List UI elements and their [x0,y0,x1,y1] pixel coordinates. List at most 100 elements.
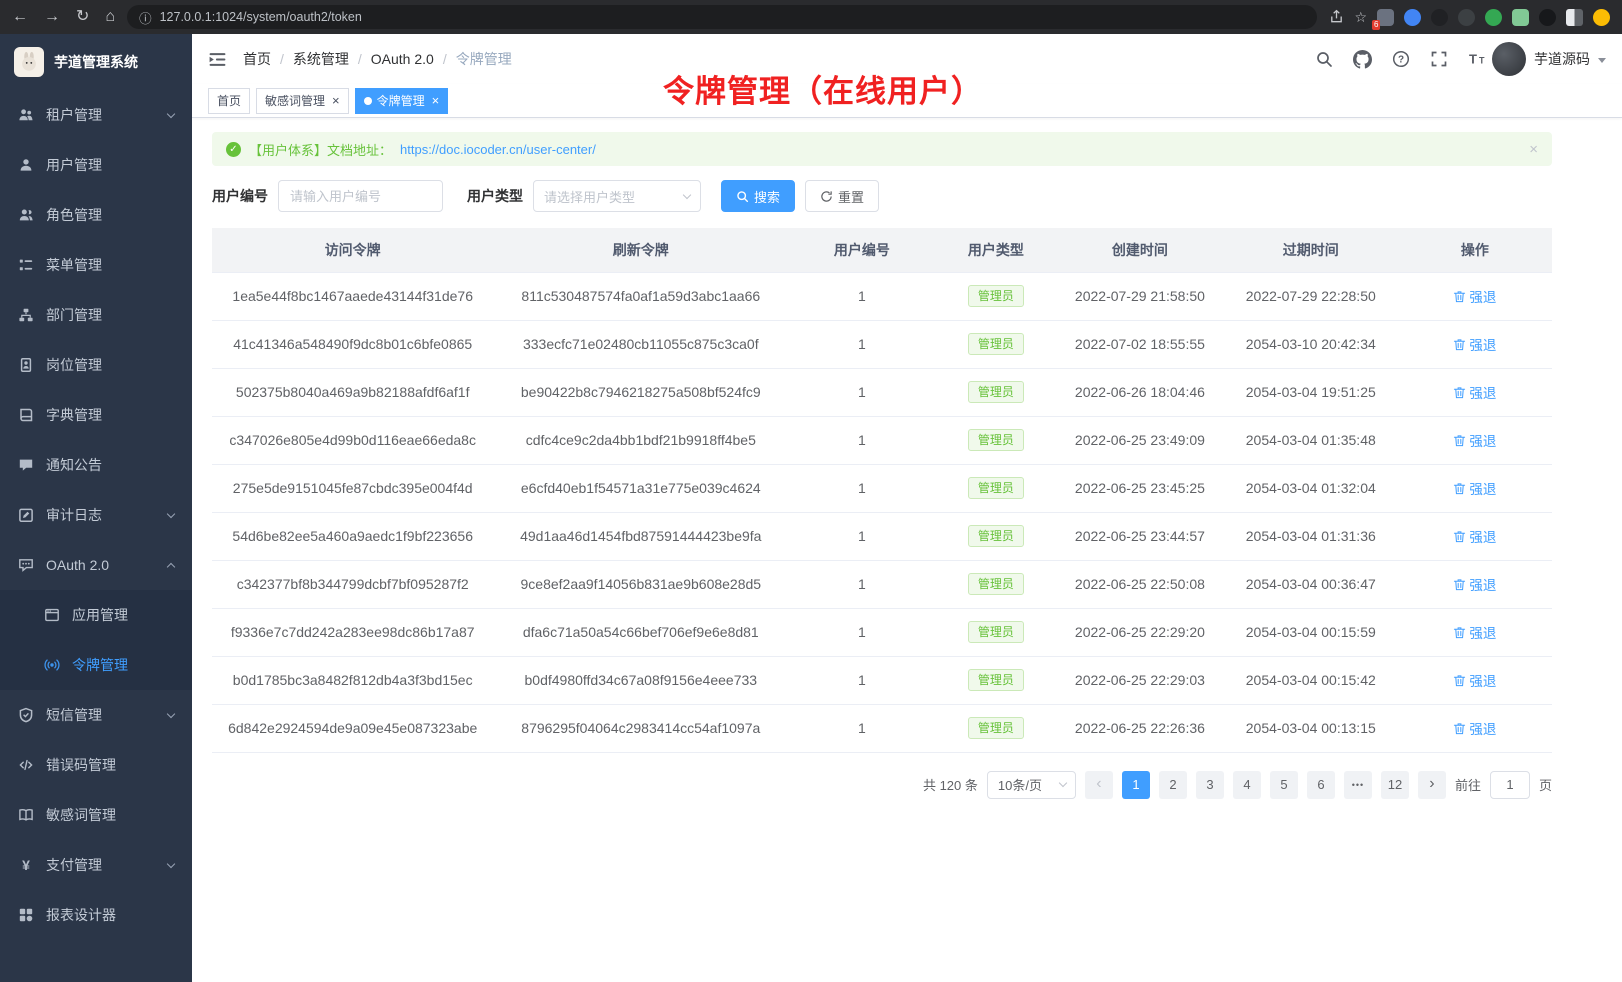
force-logout-label: 强退 [1469,574,1496,594]
extension-icon[interactable] [1458,9,1475,26]
tab-2[interactable]: 令牌管理× [355,88,449,114]
address-bar[interactable]: ⓘ 127.0.0.1:1024/system/oauth2/token [127,5,1317,29]
user-id-cell: 1 [788,560,935,608]
sidebar-item-report[interactable]: 报表设计器 [0,890,192,940]
breadcrumb-item-system[interactable]: 系统管理 [293,49,349,69]
sidebar-item-label: 通知公告 [46,455,102,475]
sidebar-item-oauth2-app[interactable]: 应用管理 [0,590,192,640]
create-time-cell: 2022-06-25 22:26:36 [1056,704,1224,752]
page-button-2[interactable]: 2 [1159,771,1187,799]
extension-icon[interactable] [1485,9,1502,26]
report-icon [18,907,34,923]
extension-icon[interactable] [1512,9,1529,26]
sidebar-item-pay[interactable]: ¥支付管理 [0,840,192,890]
tab-bar: 首页敏感词管理×令牌管理× [192,84,1622,118]
force-logout-button[interactable]: 强退 [1453,574,1496,594]
extension-icon[interactable]: 6 [1377,9,1394,26]
user-id-cell: 1 [788,464,935,512]
user-id-label: 用户编号 [212,186,268,206]
sidebar-item-post[interactable]: 岗位管理 [0,340,192,390]
page-button-6[interactable]: 6 [1307,771,1335,799]
force-logout-button[interactable]: 强退 [1453,670,1496,690]
svg-text:¥: ¥ [22,857,30,873]
menu-icon [18,257,34,273]
help-icon[interactable]: ? [1392,50,1410,68]
breadcrumb-item-oauth2[interactable]: OAuth 2.0 [371,51,434,67]
sidebar-item-user[interactable]: 用户管理 [0,140,192,190]
page-size-value: 10条/页 [998,775,1042,794]
force-logout-label: 强退 [1469,670,1496,690]
page-button-12[interactable]: 12 [1381,771,1409,799]
sidebar-item-menu[interactable]: 菜单管理 [0,240,192,290]
sidebar-item-role[interactable]: 角色管理 [0,190,192,240]
sidebar-item-audit[interactable]: 审计日志 [0,490,192,540]
force-logout-button[interactable]: 强退 [1453,286,1496,306]
force-logout-button[interactable]: 强退 [1453,718,1496,738]
reset-button-label: 重置 [838,187,864,206]
alert-close-icon[interactable]: × [1529,141,1538,158]
sidebar-item-tenant[interactable]: 租户管理 [0,90,192,140]
token-icon [44,657,60,673]
font-size-icon[interactable]: TT [1468,50,1486,68]
app-logo-bar[interactable]: 芋道管理系统 [0,34,192,90]
user-menu[interactable]: 芋道源码 [1492,42,1606,76]
browser-forward-button[interactable]: → [44,9,60,25]
browser-home-button[interactable]: ⌂ [105,9,115,25]
browser-reload-button[interactable]: ↻ [76,9,89,25]
sidebar-item-notice[interactable]: 通知公告 [0,440,192,490]
force-logout-button[interactable]: 强退 [1453,622,1496,642]
extension-icon[interactable] [1566,9,1583,26]
sidebar-item-sensitive[interactable]: 敏感词管理 [0,790,192,840]
sidebar-item-sms[interactable]: 短信管理 [0,690,192,740]
force-logout-button[interactable]: 强退 [1453,334,1496,354]
sidebar-item-label: 岗位管理 [46,355,102,375]
force-logout-button[interactable]: 强退 [1453,430,1496,450]
page-button-5[interactable]: 5 [1270,771,1298,799]
pager-ellipsis[interactable]: ••• [1344,771,1372,799]
page-button-1[interactable]: 1 [1122,771,1150,799]
refresh-token-cell: dfa6c71a50a54c66bef706ef9e6e8d81 [493,608,788,656]
share-icon[interactable] [1329,9,1344,26]
force-logout-button[interactable]: 强退 [1453,526,1496,546]
page-button-3[interactable]: 3 [1196,771,1224,799]
page-size-select[interactable]: 10条/页 [987,771,1076,799]
reset-button[interactable]: 重置 [805,180,879,212]
sidebar-item-oauth2-token[interactable]: 令牌管理 [0,640,192,690]
page-button-4[interactable]: 4 [1233,771,1261,799]
browser-back-button[interactable]: ← [12,9,28,25]
sidebar-collapse-icon[interactable] [208,50,227,69]
sidebar-item-dict[interactable]: 字典管理 [0,390,192,440]
page-jump-input[interactable] [1490,771,1530,799]
sidebar-item-oauth2[interactable]: OAuth 2.0 [0,540,192,590]
next-page-button[interactable]: › [1418,771,1446,799]
tab-close-icon[interactable]: × [432,94,440,107]
fullscreen-icon[interactable] [1430,50,1448,68]
tab-0[interactable]: 首页 [208,88,250,114]
extension-icon[interactable] [1539,9,1556,26]
search-button[interactable]: 搜索 [721,180,795,212]
prev-page-button[interactable]: ‹ [1085,771,1113,799]
sidebar-item-label: 租户管理 [46,105,102,125]
force-logout-button[interactable]: 强退 [1453,478,1496,498]
user-id-input[interactable] [278,180,443,212]
doc-link[interactable]: https://doc.iocoder.cn/user-center/ [400,142,596,157]
github-icon[interactable] [1353,50,1372,69]
table-row: c347026e805e4d99b0d116eae66eda8ccdfc4ce9… [212,416,1552,464]
oauth-icon [18,557,34,573]
bookmark-star-icon[interactable]: ☆ [1354,10,1367,24]
tab-1[interactable]: 敏感词管理× [256,88,349,114]
sidebar-item-errcode[interactable]: 错误码管理 [0,740,192,790]
create-time-cell: 2022-06-25 23:45:25 [1056,464,1224,512]
tab-close-icon[interactable]: × [332,94,340,107]
breadcrumb-separator: / [358,51,362,67]
site-info-icon[interactable]: ⓘ [139,8,152,27]
user-type-badge: 管理员 [968,381,1024,403]
search-icon[interactable] [1315,50,1333,68]
user-type-select[interactable]: 请选择用户类型 [533,180,701,212]
profile-avatar[interactable] [1593,9,1610,26]
extension-icon[interactable] [1431,9,1448,26]
breadcrumb-item-home[interactable]: 首页 [243,49,271,69]
extension-icon[interactable] [1404,9,1421,26]
force-logout-button[interactable]: 强退 [1453,382,1496,402]
sidebar-item-dept[interactable]: 部门管理 [0,290,192,340]
